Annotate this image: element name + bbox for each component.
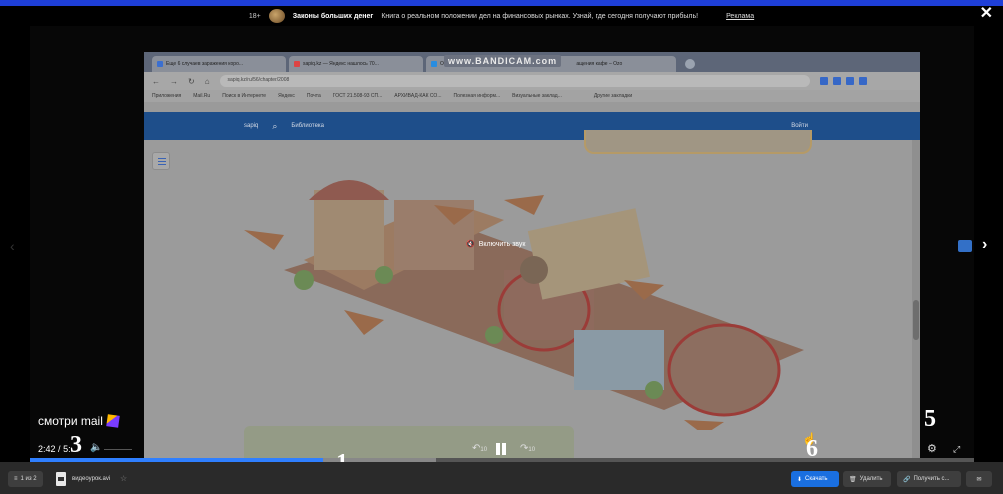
ad-banner[interactable]: 18+ Законы больших денег Книга о реально…	[0, 6, 1003, 26]
ad-text: Книга о реальном положении дел на финанс…	[381, 12, 699, 20]
forward-10-icon[interactable]: ↷10	[520, 443, 535, 454]
watermark-text: смотри mail	[38, 414, 103, 428]
bandicam-watermark: www.BANDICAM.com	[444, 55, 562, 67]
unmute-button[interactable]: 🔇 Включить звук	[466, 240, 526, 249]
site-library-link: Библиотека	[291, 123, 325, 129]
site-logo: sapiq	[244, 123, 259, 129]
time-display: 2:42 / 5:	[38, 444, 71, 454]
close-icon[interactable]: ✕	[980, 3, 993, 23]
search-icon: ⌕	[272, 120, 278, 131]
pip-icon[interactable]	[958, 240, 972, 252]
browser-url: sapiq.kz/ru/56/chapter/2008	[219, 75, 810, 87]
unmute-label: Включить звук	[478, 240, 526, 248]
browser-tab: sapiq.kz — Яндекс нашлось 70...	[289, 56, 423, 72]
annotation-number: 3	[70, 432, 82, 458]
browser-address-bar: ← → ↻ ⌂ sapiq.kz/ru/56/chapter/2008	[144, 72, 920, 90]
chevron-left-icon[interactable]: ‹	[10, 238, 15, 254]
browser-tab: Еще 6 случаев заражения коро...	[152, 56, 286, 72]
delete-button[interactable]: 🗑 Удалить	[843, 471, 891, 487]
star-icon[interactable]: ☆	[120, 474, 127, 483]
bookmark-item: АРХИВАД-КАК СО...	[394, 93, 442, 99]
ad-link[interactable]: Реклама	[726, 13, 754, 20]
ad-age-badge: 18+	[248, 12, 261, 20]
bottom-toolbar: ≡ 1 из 2 видеоурок.avi ☆ ⬇ Скачать 🗑 Уда…	[0, 462, 1003, 494]
file-name: видеоурок.avi	[72, 476, 111, 482]
mail-cube-icon	[106, 414, 120, 428]
trash-icon: 🗑	[849, 476, 857, 483]
time-current: 2:42	[38, 444, 56, 454]
tab-favicon-icon	[294, 61, 300, 67]
file-counter[interactable]: ≡ 1 из 2	[8, 471, 43, 487]
tab-favicon-icon	[157, 61, 163, 67]
pause-icon[interactable]	[494, 442, 508, 456]
tab-favicon-icon	[431, 61, 437, 67]
ad-title: Законы больших денег	[292, 12, 374, 20]
mail-video-watermark: смотри mail	[38, 414, 120, 428]
bookmark-item: Почта	[306, 93, 321, 99]
annotation-number: 5	[924, 406, 936, 432]
download-icon: ⬇	[797, 476, 803, 483]
forward-icon: →	[170, 76, 178, 86]
bookmark-item: Яндекс	[278, 93, 295, 99]
site-login-link: Войти	[791, 123, 808, 129]
list-icon: ≡	[14, 476, 18, 482]
file-icon	[56, 472, 66, 486]
bookmark-item: Поиск в Интернете	[222, 93, 267, 99]
menu-icon	[152, 152, 170, 170]
page-content: ☝	[144, 130, 920, 464]
mail-icon: ✉	[976, 476, 982, 483]
new-tab-icon	[685, 59, 695, 69]
bookmark-item: Приложения	[152, 93, 182, 99]
reload-icon: ↻	[188, 76, 195, 86]
mute-icon: 🔇	[466, 241, 475, 248]
home-icon: ⌂	[204, 76, 210, 86]
volume-icon[interactable]: 🔈	[90, 442, 102, 453]
ad-logo-icon	[268, 9, 285, 23]
bookmark-item: ГОСТ 21.508-93 СП...	[332, 93, 383, 99]
back-icon: ←	[152, 76, 160, 86]
video-frame[interactable]: Еще 6 случаев заражения коро... sapiq.kz…	[144, 52, 920, 464]
rewind-10-icon[interactable]: ↶10	[472, 443, 487, 454]
download-button[interactable]: ⬇ Скачать	[791, 471, 839, 487]
bookmark-item: Полезная информ...	[453, 93, 501, 99]
orange-banner	[584, 130, 812, 154]
bookmarks-bar: Приложения Mail.Ru Поиск в Интернете Янд…	[144, 90, 920, 102]
chevron-right-icon[interactable]: ›	[982, 236, 987, 254]
browser-extensions	[819, 77, 867, 85]
cafe-illustration	[244, 180, 804, 430]
volume-slider[interactable]	[104, 449, 132, 450]
bookmark-item: Визуальные заклад...	[512, 93, 562, 99]
bookmark-item: Другие закладки	[593, 93, 633, 99]
send-mail-button[interactable]: ✉	[966, 471, 992, 487]
settings-icon[interactable]: ⚙	[927, 442, 937, 455]
page-scrollbar	[912, 140, 920, 464]
get-link-button[interactable]: 🔗 Получить с...	[897, 471, 961, 487]
fullscreen-icon[interactable]: ⤢	[953, 444, 960, 455]
link-icon: 🔗	[903, 476, 911, 483]
annotation-number: 6	[806, 436, 818, 462]
bookmark-item: Mail.Ru	[193, 93, 211, 99]
